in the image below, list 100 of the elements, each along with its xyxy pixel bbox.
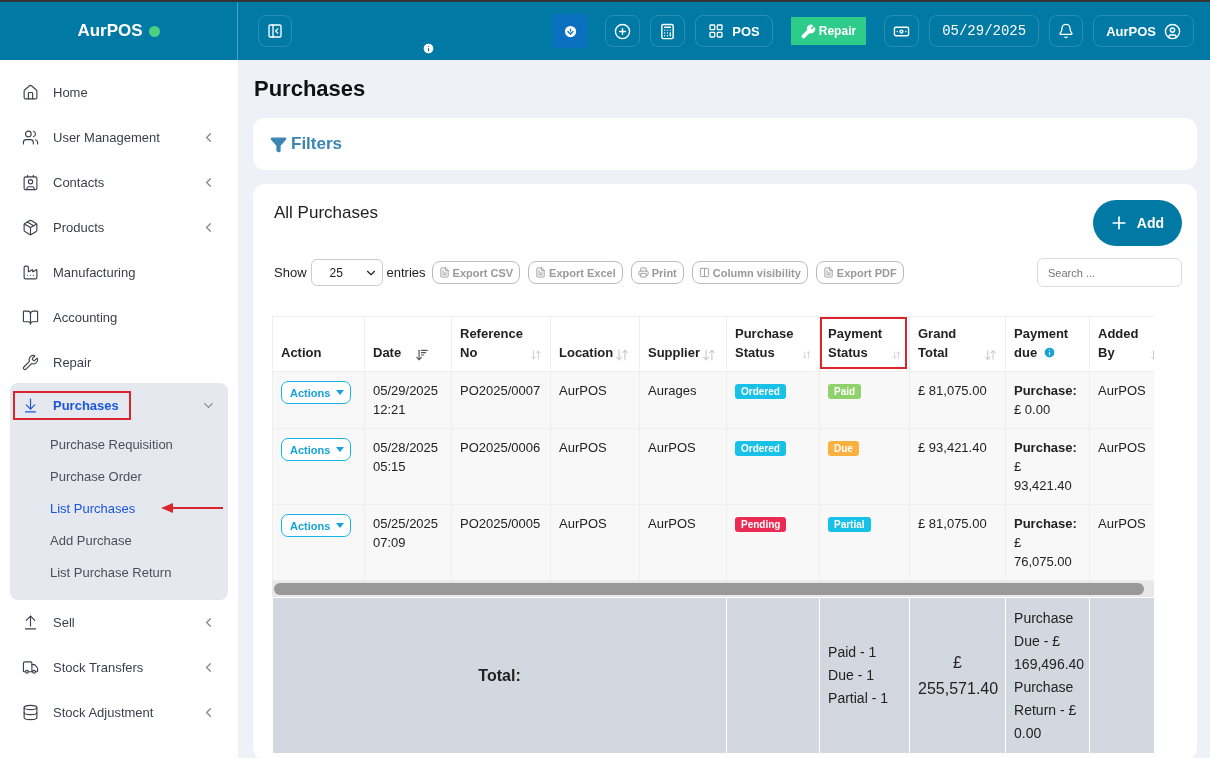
column-header[interactable]: Reference No (451, 316, 551, 372)
sort-icon (530, 348, 542, 362)
table-cell: AurPOS (639, 504, 727, 581)
table-cell: AurPOS (550, 371, 640, 429)
table-cell: 05/28/2025 05:15 (364, 428, 452, 505)
info-icon (1043, 346, 1057, 359)
payment-count: Due - 1 (828, 666, 875, 685)
table-cell: Aurages (639, 371, 727, 429)
plus-icon (614, 22, 632, 40)
status-badge: Ordered (735, 384, 786, 399)
sidebar-item[interactable]: Contacts (53, 175, 187, 190)
submenu-item[interactable]: Add Purchase (50, 532, 132, 548)
submenu-item[interactable]: List Purchase Return (50, 564, 172, 580)
column-header: Action (272, 316, 365, 372)
wrench-icon (800, 23, 816, 39)
file-icon (438, 267, 450, 278)
sidebar-item[interactable]: Manufacturing (53, 265, 216, 280)
truck-icon (22, 659, 39, 676)
print-icon (637, 267, 649, 278)
total-label: Total: (478, 666, 521, 684)
sidebar-item[interactable]: Repair (53, 355, 216, 370)
table-cell: 05/29/2025 12:21 (364, 371, 452, 429)
add-purchase-button[interactable]: Add (1092, 200, 1182, 246)
column-header[interactable]: Supplier (639, 316, 727, 372)
book-icon (22, 309, 39, 326)
panel-toggle-icon (267, 23, 283, 39)
download-button[interactable] (553, 14, 588, 48)
sidebar-item[interactable]: Sell (53, 615, 187, 630)
file-icon (535, 267, 547, 278)
table-cell: AurPOS (1089, 371, 1154, 429)
submenu-item[interactable]: List Purchases (50, 500, 136, 516)
page-size-select[interactable]: 25 (310, 259, 383, 286)
add-button[interactable] (605, 15, 641, 47)
sort-icon (891, 348, 901, 362)
table-cell: AurPOS (639, 428, 727, 505)
table-cell: PO2025/0006 (451, 428, 551, 505)
brand-name: AurPOS (77, 21, 143, 41)
box-icon (22, 219, 39, 236)
bell-icon (1058, 23, 1075, 39)
submenu-item[interactable]: Purchase Requisition (50, 436, 173, 452)
sidebar-item[interactable]: Home (53, 85, 216, 100)
payment-count: Partial - 1 (828, 689, 889, 708)
download-icon (22, 397, 39, 414)
table-cell: £ 81,075.00 (909, 504, 1006, 581)
date-button[interactable]: 05/29/2025 (929, 15, 1040, 47)
status-badge: Ordered (735, 441, 786, 456)
table-cell: £ 81,075.00 (909, 371, 1006, 429)
status-badge: Paid (828, 384, 862, 399)
sidebar-item[interactable]: Stock Adjustment (53, 705, 187, 720)
info-icon (422, 42, 435, 55)
page-title: Purchases (254, 76, 367, 102)
filters-toggle[interactable]: Filters (270, 134, 343, 154)
column-header[interactable]: Payment Status (819, 316, 910, 372)
caret-icon (336, 523, 345, 528)
column-header[interactable]: Grand Total (909, 316, 1006, 372)
table-cell: 05/25/2025 07:09 (364, 504, 452, 581)
horizontal-scrollbar[interactable] (272, 581, 1154, 597)
columns-icon (698, 267, 710, 278)
pos-button[interactable]: POS (695, 15, 773, 47)
sidebar-item[interactable]: Stock Transfers (53, 660, 187, 675)
user-menu-button[interactable]: AurPOS (1093, 15, 1194, 47)
card-title: All Purchases (274, 203, 378, 223)
due-amount: £ 93,421.40 (1014, 459, 1072, 493)
file-icon (822, 267, 834, 278)
table-cell: PO2025/0007 (451, 371, 551, 429)
column-header[interactable]: Added By (1089, 316, 1154, 372)
sidebar-toggle-button[interactable] (258, 15, 292, 47)
status-badge: Pending (735, 517, 787, 532)
sort-icon (702, 348, 716, 362)
sidebar-item[interactable]: Accounting (53, 310, 216, 325)
home-icon (22, 84, 39, 101)
user-icon (1164, 22, 1181, 40)
caret-icon (336, 390, 345, 395)
users-icon (22, 129, 39, 146)
column-header[interactable]: Location (550, 316, 640, 372)
sort-icon (984, 348, 997, 362)
column-header[interactable]: Purchase Status (726, 316, 820, 372)
column-header: Payment due (1005, 316, 1090, 372)
sort-icon (415, 348, 430, 362)
search-field[interactable]: Search ... (1037, 258, 1182, 287)
payment-count: Paid - 1 (828, 643, 878, 662)
payment-due-sum: Purchase Due - £ 169,496.40 Purchase Return - £ 0.00 (1014, 609, 1085, 741)
submenu-item[interactable]: Purchase Order (50, 468, 142, 484)
column-header[interactable]: Date (364, 316, 452, 372)
table-cell: AurPOS (550, 428, 640, 505)
due-amount: £ 76,075.00 (1014, 535, 1072, 569)
notification-button[interactable] (1049, 15, 1084, 47)
calculator-icon (659, 22, 677, 40)
grand-total-sum: £ 255,571.40 (918, 652, 998, 699)
sidebar-item[interactable]: Products (53, 220, 187, 235)
table-cell: AurPOS (1089, 428, 1154, 505)
calculator-button[interactable] (650, 15, 686, 47)
due-label: Purchase: (1014, 383, 1077, 398)
cash-button[interactable] (884, 15, 920, 47)
sidebar-item[interactable]: Purchases (53, 398, 119, 413)
sidebar-item[interactable]: User Management (53, 130, 187, 145)
grid-icon (708, 23, 725, 39)
factory-icon (22, 264, 39, 281)
table-cell: AurPOS (550, 504, 640, 581)
filter-icon (270, 135, 287, 153)
